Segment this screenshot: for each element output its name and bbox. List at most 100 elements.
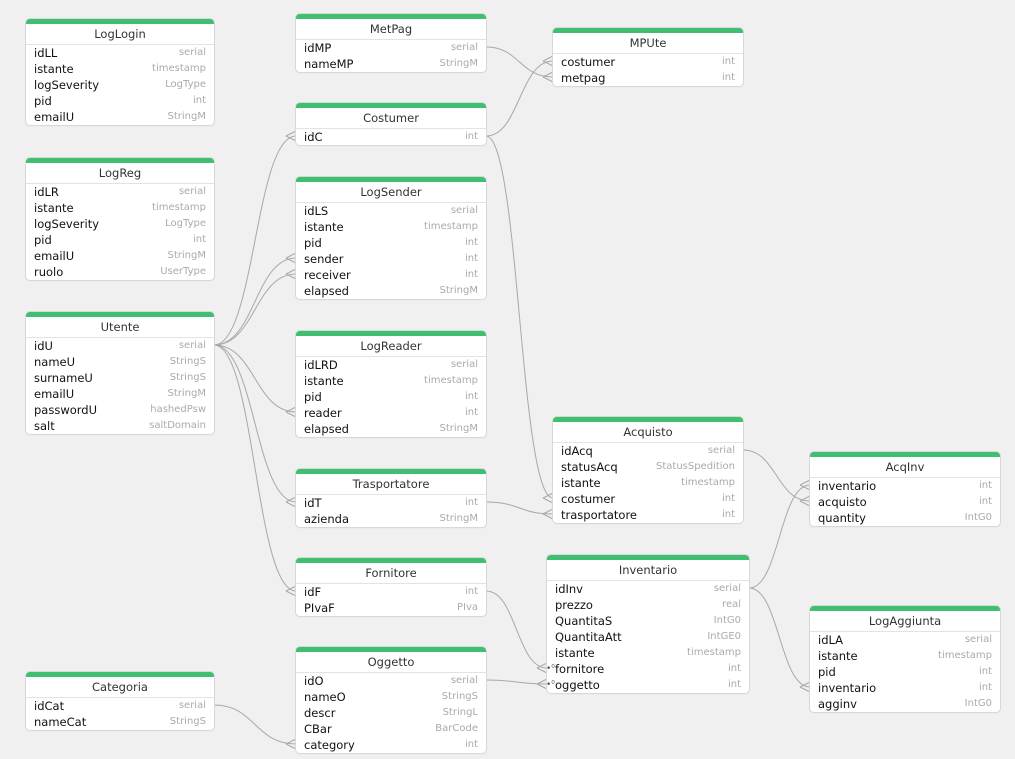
column-name: idAcq (561, 444, 593, 458)
column-row-istante[interactable]: istante timestamp (296, 373, 486, 389)
column-row-reader[interactable]: reader int (296, 405, 486, 421)
column-row-istante[interactable]: istante timestamp (26, 61, 214, 77)
column-row-logseverity[interactable]: logSeverity LogType (26, 216, 214, 232)
column-row-elapsed[interactable]: elapsed StringM (296, 421, 486, 437)
table-loglogin[interactable]: LogLogin idLL serial istante timestamp logSev… (26, 19, 214, 125)
column-row-pid[interactable]: pid int (296, 235, 486, 251)
column-row-pid[interactable]: pid int (810, 664, 1000, 680)
column-row-inventario[interactable]: inventario int (810, 478, 1000, 494)
table-categoria[interactable]: Categoria idCat serial nameCat StringS (26, 672, 214, 730)
column-row-quantity[interactable]: quantity IntG0 (810, 510, 1000, 526)
table-costumer[interactable]: Costumer idC int (296, 103, 486, 145)
relation-line (213, 704, 297, 745)
column-row-salt[interactable]: salt saltDomain (26, 418, 214, 434)
column-row-idc[interactable]: idC int (296, 129, 486, 145)
table-title: Oggetto (296, 652, 486, 673)
table-logaggiunta[interactable]: LogAggiunta idLA serial istante timestamp pid… (810, 606, 1000, 712)
column-row-category[interactable]: category int (296, 737, 486, 753)
column-row-idls[interactable]: idLS serial (296, 203, 486, 219)
column-row-idlr[interactable]: idLR serial (26, 184, 214, 200)
column-row-surnameu[interactable]: surnameU StringS (26, 370, 214, 386)
column-name: idLR (34, 185, 59, 199)
column-row-namecat[interactable]: nameCat StringS (26, 714, 214, 730)
column-row-nameo[interactable]: nameO StringS (296, 689, 486, 705)
column-row-acquisto[interactable]: acquisto int (810, 494, 1000, 510)
table-acqinv[interactable]: AcqInv inventario int acquisto int quantity In… (810, 452, 1000, 526)
column-row-fornitore[interactable]: •⁰fornitore int (547, 661, 749, 677)
column-row-idmp[interactable]: idMP serial (296, 40, 486, 56)
table-mpute[interactable]: MPUte costumer int metpag int (553, 28, 743, 86)
column-type: StringS (169, 372, 206, 383)
column-row-pid[interactable]: pid int (26, 93, 214, 109)
column-row-elapsed[interactable]: elapsed StringM (296, 283, 486, 299)
column-row-emailu[interactable]: emailU StringM (26, 109, 214, 125)
column-row-statusacq[interactable]: statusAcq StatusSpedition (553, 459, 743, 475)
column-row-prezzo[interactable]: prezzo real (547, 597, 749, 613)
table-acquisto[interactable]: Acquisto idAcq serial statusAcq StatusSpedit… (553, 417, 743, 523)
column-row-passwordu[interactable]: passwordU hashedPsw (26, 402, 214, 418)
column-row-idu[interactable]: idU serial (26, 338, 214, 354)
column-name: sender (304, 252, 344, 266)
column-type: serial (707, 445, 735, 456)
column-type: int (464, 586, 478, 597)
column-row-descr[interactable]: descr StringL (296, 705, 486, 721)
column-row-istante[interactable]: istante timestamp (810, 648, 1000, 664)
column-row-istante[interactable]: istante timestamp (553, 475, 743, 491)
column-row-idll[interactable]: idLL serial (26, 45, 214, 61)
column-row-emailu[interactable]: emailU StringM (26, 386, 214, 402)
column-row-cbar[interactable]: CBar BarCode (296, 721, 486, 737)
table-utente[interactable]: Utente idU serial nameU StringS surnameU Strin… (26, 312, 214, 434)
column-row-oggetto[interactable]: •⁰oggetto int (547, 677, 749, 693)
column-row-idinv[interactable]: idInv serial (547, 581, 749, 597)
column-name: idLL (34, 46, 58, 60)
column-row-quantitas[interactable]: QuantitaS IntG0 (547, 613, 749, 629)
column-row-receiver[interactable]: receiver int (296, 267, 486, 283)
crows-foot-marker (285, 252, 297, 264)
column-row-istante[interactable]: istante timestamp (547, 645, 749, 661)
column-row-pid[interactable]: pid int (26, 232, 214, 248)
relation-line (213, 344, 297, 503)
column-row-istante[interactable]: istante timestamp (296, 219, 486, 235)
column-row-sender[interactable]: sender int (296, 251, 486, 267)
column-row-costumer[interactable]: costumer int (553, 491, 743, 507)
table-logreg[interactable]: LogReg idLR serial istante timestamp logSever… (26, 158, 214, 280)
table-metpag[interactable]: MetPag idMP serial nameMP StringM (296, 14, 486, 72)
column-row-ruolo[interactable]: ruolo UserType (26, 264, 214, 280)
column-row-idcat[interactable]: idCat serial (26, 698, 214, 714)
column-type: real (722, 599, 741, 610)
column-row-trasportatore[interactable]: trasportatore int (553, 507, 743, 523)
column-row-namemp[interactable]: nameMP StringM (296, 56, 486, 72)
column-row-idacq[interactable]: idAcq serial (553, 443, 743, 459)
table-inventario[interactable]: Inventario idInv serial prezzo real QuantitaS… (547, 555, 749, 693)
relation-line (213, 257, 297, 346)
column-row-istante[interactable]: istante timestamp (26, 200, 214, 216)
table-trasportatore[interactable]: Trasportatore idT int azienda StringM (296, 469, 486, 527)
column-row-logseverity[interactable]: logSeverity LogType (26, 77, 214, 93)
column-row-inventario[interactable]: inventario int (810, 680, 1000, 696)
column-row-emailu[interactable]: emailU StringM (26, 248, 214, 264)
column-row-azienda[interactable]: azienda StringM (296, 511, 486, 527)
column-type: int (978, 480, 992, 491)
table-title: LogAggiunta (810, 611, 1000, 632)
column-row-ido[interactable]: idO serial (296, 673, 486, 689)
column-row-costumer[interactable]: costumer int (553, 54, 743, 70)
column-name: idLS (304, 204, 329, 218)
column-type: LogType (165, 218, 206, 229)
table-logreader[interactable]: LogReader idLRD serial istante timestamp pid i… (296, 331, 486, 437)
table-fornitore[interactable]: Fornitore idF int PIvaF PIva (296, 558, 486, 616)
column-name: istante (818, 649, 858, 663)
column-row-metpag[interactable]: metpag int (553, 70, 743, 86)
column-type: serial (450, 675, 478, 686)
column-row-pid[interactable]: pid int (296, 389, 486, 405)
column-row-pivaf[interactable]: PIvaF PIva (296, 600, 486, 616)
table-logsender[interactable]: LogSender idLS serial istante timestamp pid in… (296, 177, 486, 299)
column-row-agginv[interactable]: agginv IntG0 (810, 696, 1000, 712)
column-row-quantitaatt[interactable]: QuantitaAtt IntGE0 (547, 629, 749, 645)
table-oggetto[interactable]: Oggetto idO serial nameO StringS descr StringL… (296, 647, 486, 753)
column-row-nameu[interactable]: nameU StringS (26, 354, 214, 370)
column-row-idlrd[interactable]: idLRD serial (296, 357, 486, 373)
column-row-idt[interactable]: idT int (296, 495, 486, 511)
column-row-idf[interactable]: idF int (296, 584, 486, 600)
column-row-idla[interactable]: idLA serial (810, 632, 1000, 648)
column-name: CBar (304, 722, 332, 736)
